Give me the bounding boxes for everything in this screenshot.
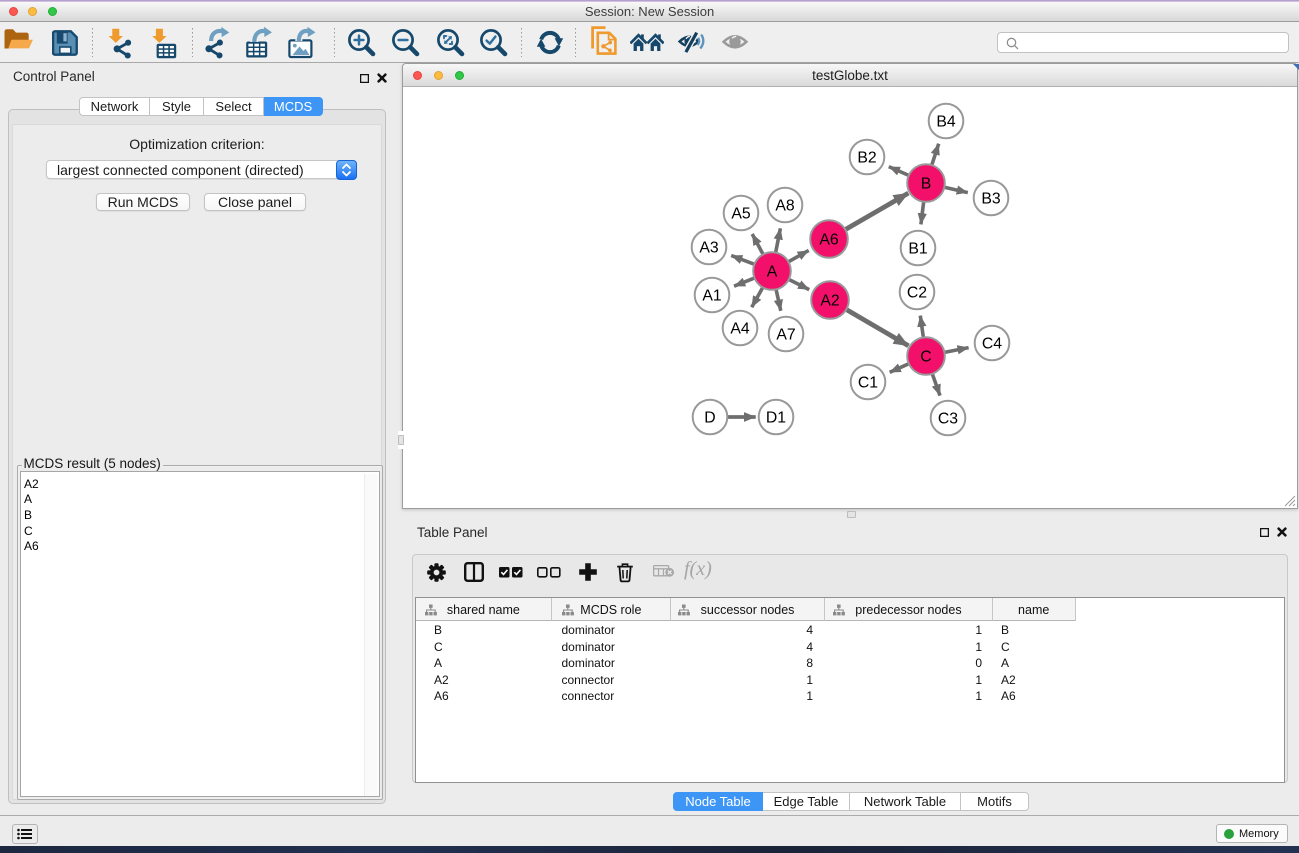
svg-text:B2: B2	[857, 150, 876, 167]
svg-text:A: A	[767, 264, 778, 281]
svg-text:A7: A7	[776, 327, 795, 344]
svg-text:A8: A8	[775, 198, 795, 215]
svg-text:A3: A3	[699, 240, 719, 257]
svg-text:B1: B1	[908, 241, 928, 258]
svg-text:D: D	[704, 410, 715, 427]
svg-text:C: C	[920, 349, 931, 366]
svg-text:A6: A6	[819, 232, 839, 249]
svg-text:A4: A4	[730, 321, 750, 338]
svg-text:C2: C2	[907, 285, 927, 302]
svg-text:A2: A2	[820, 293, 839, 310]
svg-text:B: B	[921, 176, 932, 193]
svg-text:D1: D1	[766, 410, 786, 427]
svg-text:A5: A5	[731, 206, 751, 223]
svg-text:C3: C3	[938, 411, 958, 428]
svg-text:A1: A1	[702, 288, 722, 305]
svg-text:C4: C4	[982, 336, 1002, 353]
svg-text:C1: C1	[858, 375, 878, 392]
svg-text:B4: B4	[936, 114, 956, 131]
svg-text:B3: B3	[981, 191, 1001, 208]
